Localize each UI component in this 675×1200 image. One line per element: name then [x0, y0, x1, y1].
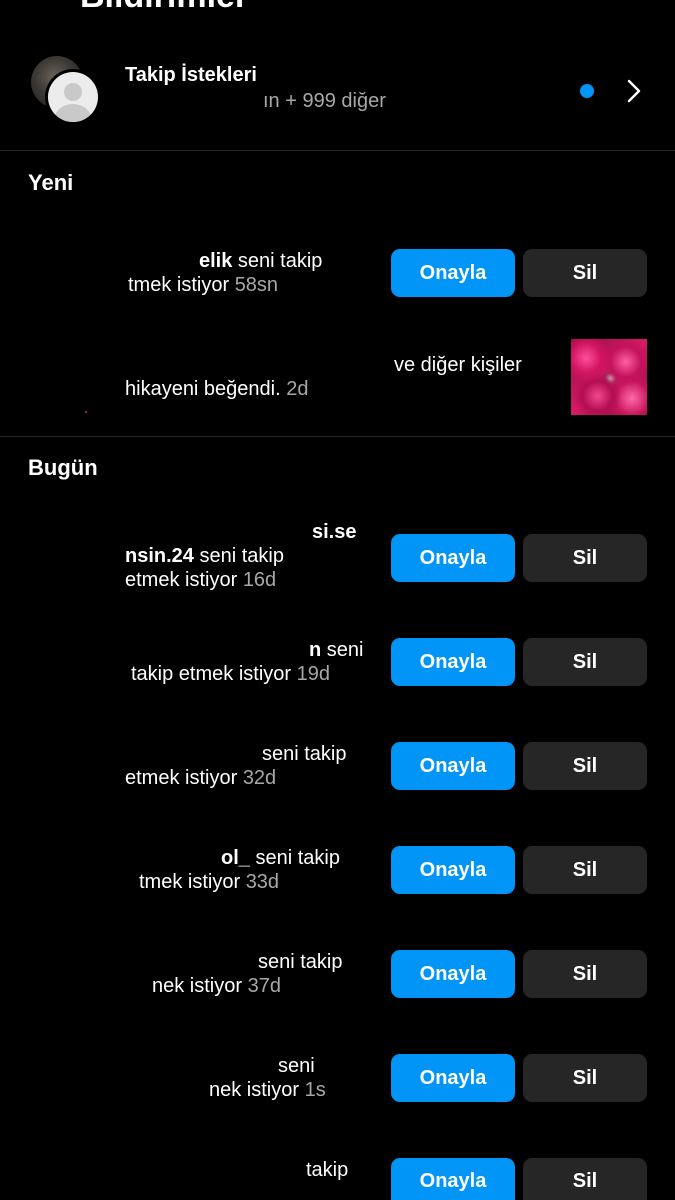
notification-text: nek istiyor [152, 975, 243, 997]
approve-button[interactable]: Onayla [391, 1158, 515, 1200]
notification-text: takip [306, 1159, 349, 1181]
delete-button[interactable]: Sil [523, 846, 647, 894]
follow-requests-subtitle: ın + 999 diğer [263, 90, 386, 112]
decorative-dot [85, 411, 87, 413]
notification-text: seni [321, 639, 364, 661]
username[interactable]: elik [199, 250, 232, 272]
timestamp: 19d [296, 663, 330, 685]
notification-text: seni takip [258, 951, 343, 973]
notification-text: etmek istiyor [125, 767, 238, 789]
story-thumbnail[interactable] [571, 339, 647, 415]
back-arrow-icon[interactable] [36, 0, 58, 14]
approve-button[interactable]: Onayla [391, 950, 515, 998]
delete-button[interactable]: Sil [523, 1158, 647, 1200]
notification-line: nek istiyor 1s [209, 1078, 326, 1102]
timestamp: 58sn [234, 274, 279, 296]
divider [0, 150, 675, 151]
notification-text: seni takip [262, 743, 347, 765]
divider [0, 436, 675, 437]
notification-text: hikayeni beğendi. [125, 378, 281, 400]
username[interactable]: nsin.24 [125, 545, 194, 567]
delete-button[interactable]: Sil [523, 742, 647, 790]
unread-dot [580, 84, 594, 98]
timestamp: 16d [242, 569, 277, 591]
notification-line: etmek istiyor 16d [125, 568, 276, 592]
notification-text: tmek istiyor [139, 871, 241, 893]
notification-line: etmek istiyor 32d [125, 766, 276, 790]
timestamp: 32d [242, 767, 277, 789]
approve-button[interactable]: Onayla [391, 534, 515, 582]
approve-button[interactable]: Onayla [391, 742, 515, 790]
delete-button[interactable]: Sil [523, 950, 647, 998]
timestamp: 37d [247, 975, 281, 997]
notification-text: seni [278, 1055, 315, 1077]
chevron-right-icon[interactable] [626, 78, 642, 104]
notification-line: n seni [309, 638, 363, 662]
default-avatar-icon [45, 69, 101, 125]
page-title: Bildirimler [80, 0, 248, 16]
notification-text: tmek istiyor [128, 274, 230, 296]
approve-button[interactable]: Onayla [391, 846, 515, 894]
approve-button[interactable]: Onayla [391, 638, 515, 686]
notification-text: seni takip [249, 847, 340, 869]
notification-text: takip etmek istiyor [131, 663, 292, 685]
notification-line: ol_ seni takip [221, 846, 340, 870]
notification-text: seni takip [193, 545, 284, 567]
notification-line: nek istiyor 37d [152, 974, 281, 998]
delete-button[interactable]: Sil [523, 638, 647, 686]
header: Bildirimler [0, 0, 675, 20]
delete-button[interactable]: Sil [523, 249, 647, 297]
notification-text: nek istiyor [209, 1079, 300, 1101]
section-title-today: Bugün [28, 455, 98, 480]
notification-line: tmek istiyor 58sn [128, 273, 278, 297]
username[interactable]: n [309, 639, 321, 661]
notification-text: seni takip [232, 250, 323, 272]
delete-button[interactable]: Sil [523, 534, 647, 582]
approve-button[interactable]: Onayla [391, 249, 515, 297]
notification-line: elik seni takip [199, 249, 322, 273]
username[interactable]: ol_ [221, 847, 250, 869]
username[interactable]: si.se [312, 520, 356, 544]
approve-button[interactable]: Onayla [391, 1054, 515, 1102]
timestamp: 2d [286, 378, 309, 400]
notification-line: nsin.24 seni takip [125, 544, 284, 568]
delete-button[interactable]: Sil [523, 1054, 647, 1102]
notification-line: hikayeni beğendi. 2d [125, 377, 309, 401]
notification-text: etmek istiyor [125, 569, 238, 591]
notification-text: ve diğer kişiler [394, 354, 522, 376]
notification-line: takip etmek istiyor 19d [131, 662, 330, 686]
timestamp: 1s [304, 1079, 326, 1101]
notification-line: tmek istiyor 33d [139, 870, 279, 894]
timestamp: 33d [245, 871, 280, 893]
follow-requests-title: Takip İstekleri [125, 64, 257, 86]
section-title-new: Yeni [28, 170, 74, 195]
